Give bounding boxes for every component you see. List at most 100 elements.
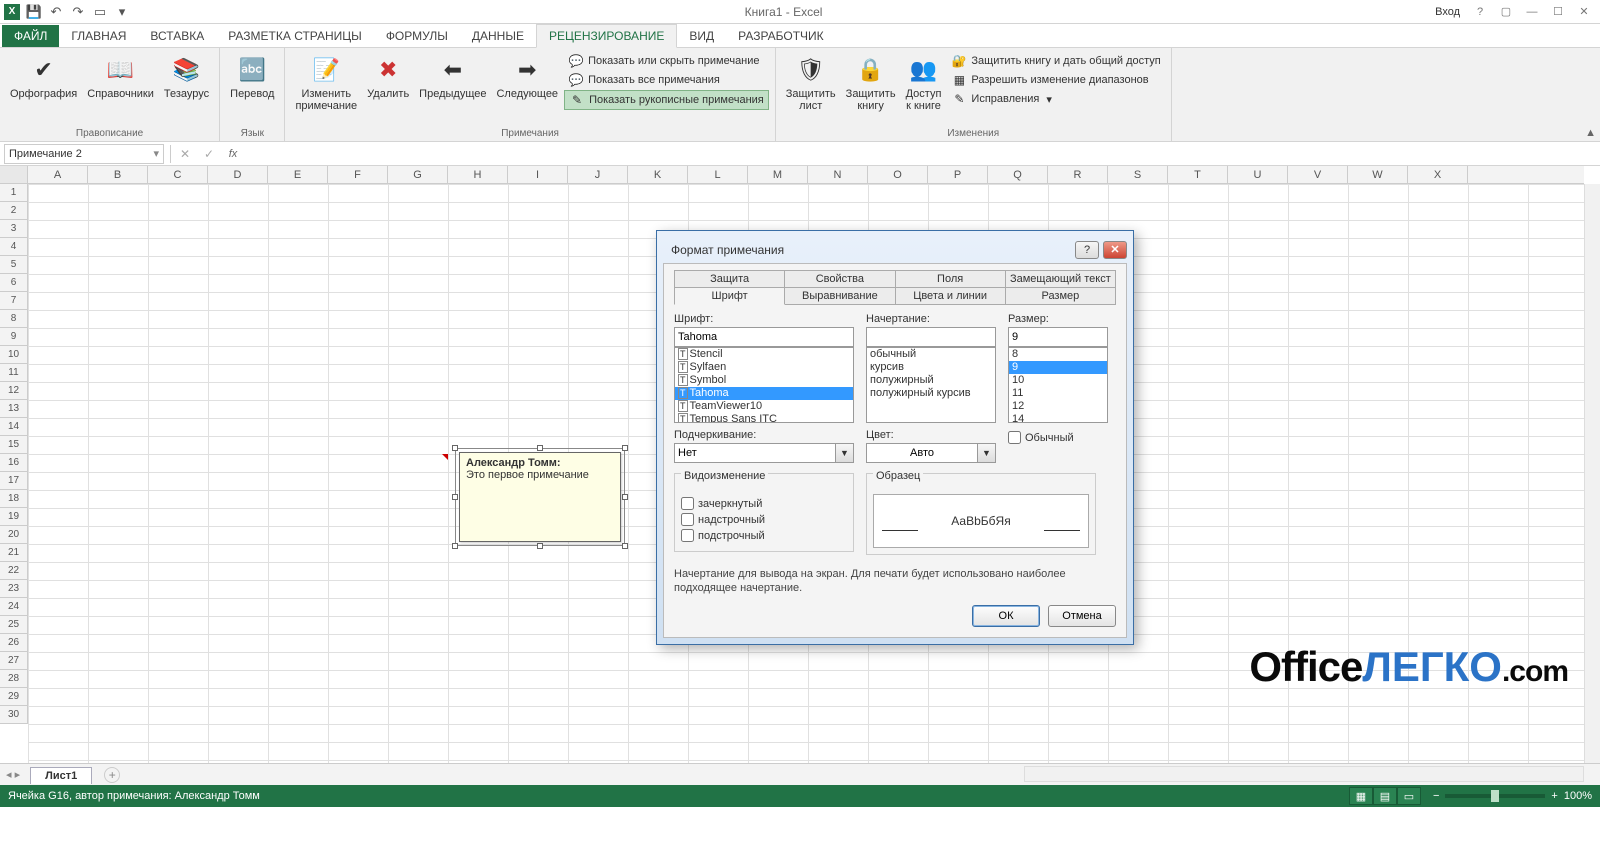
qat-customize-icon[interactable]: ▾ xyxy=(112,2,132,22)
col-header[interactable]: I xyxy=(508,166,568,183)
style-input[interactable] xyxy=(866,327,996,347)
list-item[interactable]: 8 xyxy=(1009,348,1107,361)
dialog-titlebar[interactable]: Формат примечания ? ✕ xyxy=(663,237,1127,263)
subscript-checkbox[interactable]: подстрочный xyxy=(681,529,847,542)
tab-formulas[interactable]: ФОРМУЛЫ xyxy=(374,25,460,47)
dlg-tab-font[interactable]: Шрифт xyxy=(674,287,785,305)
col-header[interactable]: T xyxy=(1168,166,1228,183)
list-item[interactable]: 10 xyxy=(1009,374,1107,387)
col-header[interactable]: Q xyxy=(988,166,1048,183)
normal-checkbox[interactable]: Обычный xyxy=(1008,431,1108,444)
formula-input[interactable] xyxy=(245,144,1600,164)
prev-comment-button[interactable]: ⬅Предыдущее xyxy=(415,52,490,126)
row-header[interactable]: 5 xyxy=(0,256,27,274)
col-header[interactable]: G xyxy=(388,166,448,183)
tab-review[interactable]: РЕЦЕНЗИРОВАНИЕ xyxy=(536,24,677,48)
next-comment-button[interactable]: ➡Следующее xyxy=(492,52,562,126)
row-header[interactable]: 7 xyxy=(0,292,27,310)
row-header[interactable]: 11 xyxy=(0,364,27,382)
show-ink-button[interactable]: ✎Показать рукописные примечания xyxy=(564,90,769,110)
list-item[interactable]: 11 xyxy=(1009,387,1107,400)
dlg-tab-margins[interactable]: Поля xyxy=(895,270,1006,288)
cancel-formula-icon[interactable]: ✕ xyxy=(173,144,197,164)
name-box[interactable]: Примечание 2▾ xyxy=(4,144,164,164)
fx-icon[interactable]: fx xyxy=(221,144,245,164)
research-button[interactable]: 📖Справочники xyxy=(83,52,158,126)
showall-comments-button[interactable]: 💬Показать все примечания xyxy=(564,71,769,89)
col-header[interactable]: S xyxy=(1108,166,1168,183)
row-header[interactable]: 22 xyxy=(0,562,27,580)
row-header[interactable]: 9 xyxy=(0,328,27,346)
cancel-button[interactable]: Отмена xyxy=(1048,605,1116,627)
tab-view[interactable]: ВИД xyxy=(677,25,726,47)
list-item[interactable]: TTahoma xyxy=(675,387,853,400)
row-header[interactable]: 21 xyxy=(0,544,27,562)
dlg-tab-size[interactable]: Размер xyxy=(1005,287,1116,305)
row-header[interactable]: 10 xyxy=(0,346,27,364)
zoom-out-icon[interactable]: − xyxy=(1433,790,1439,802)
list-item[interactable]: TStencil xyxy=(675,348,853,361)
share-book-button[interactable]: 👥Доступ к книге xyxy=(902,52,946,126)
list-item[interactable]: TTeamViewer10 xyxy=(675,400,853,413)
row-header[interactable]: 18 xyxy=(0,490,27,508)
dlg-tab-colors[interactable]: Цвета и линии xyxy=(895,287,1006,305)
allow-ranges-button[interactable]: ▦Разрешить изменение диапазонов xyxy=(947,71,1164,89)
zoom-control[interactable]: − + 100% xyxy=(1433,790,1592,802)
row-header[interactable]: 24 xyxy=(0,598,27,616)
col-header[interactable]: J xyxy=(568,166,628,183)
thesaurus-button[interactable]: 📚Тезаурус xyxy=(160,52,213,126)
list-item[interactable]: TSylfaen xyxy=(675,361,853,374)
spelling-button[interactable]: ✔Орфография xyxy=(6,52,81,126)
row-header[interactable]: 15 xyxy=(0,436,27,454)
maximize-icon[interactable]: ☐ xyxy=(1546,2,1570,22)
add-sheet-icon[interactable]: + xyxy=(104,767,120,783)
translate-button[interactable]: 🔤Перевод xyxy=(226,52,278,126)
row-header[interactable]: 27 xyxy=(0,652,27,670)
superscript-checkbox[interactable]: надстрочный xyxy=(681,513,847,526)
col-header[interactable]: A xyxy=(28,166,88,183)
col-header[interactable]: B xyxy=(88,166,148,183)
tab-data[interactable]: ДАННЫЕ xyxy=(460,25,536,47)
col-header[interactable]: E xyxy=(268,166,328,183)
dlg-tab-alignment[interactable]: Выравнивание xyxy=(784,287,895,305)
tab-insert[interactable]: ВСТАВКА xyxy=(138,25,216,47)
row-header[interactable]: 17 xyxy=(0,472,27,490)
row-header[interactable]: 25 xyxy=(0,616,27,634)
zoom-slider[interactable] xyxy=(1445,794,1545,798)
zoom-value[interactable]: 100% xyxy=(1564,790,1592,802)
comment-box[interactable]: Александр Томм: Это первое примечание xyxy=(459,452,621,542)
underline-dropdown-icon[interactable]: ▼ xyxy=(836,443,854,463)
font-list[interactable]: TStencilTSylfaenTSymbolTTahomaTTeamViewe… xyxy=(674,347,854,423)
undo-icon[interactable]: ↶ xyxy=(46,2,66,22)
sign-in-link[interactable]: Вход xyxy=(1435,6,1460,18)
col-header[interactable]: D xyxy=(208,166,268,183)
col-header[interactable]: U xyxy=(1228,166,1288,183)
row-header[interactable]: 20 xyxy=(0,526,27,544)
edit-comment-button[interactable]: 📝Изменить примечание xyxy=(291,52,361,126)
list-item[interactable]: полужирный курсив xyxy=(867,387,995,400)
row-header[interactable]: 14 xyxy=(0,418,27,436)
row-header[interactable]: 30 xyxy=(0,706,27,724)
row-header[interactable]: 28 xyxy=(0,670,27,688)
row-header[interactable]: 19 xyxy=(0,508,27,526)
delete-comment-button[interactable]: ✖Удалить xyxy=(363,52,413,126)
list-item[interactable]: обычный xyxy=(867,348,995,361)
showhide-comment-button[interactable]: 💬Показать или скрыть примечание xyxy=(564,52,769,70)
select-all-corner[interactable] xyxy=(0,166,28,183)
tab-developer[interactable]: РАЗРАБОТЧИК xyxy=(726,25,836,47)
page-layout-view-icon[interactable]: ▤ xyxy=(1373,787,1397,805)
row-header[interactable]: 26 xyxy=(0,634,27,652)
horizontal-scrollbar[interactable] xyxy=(1024,766,1584,782)
tab-home[interactable]: ГЛАВНАЯ xyxy=(59,25,138,47)
collapse-ribbon-icon[interactable]: ▲ xyxy=(1585,127,1596,139)
dialog-close-icon[interactable]: ✕ xyxy=(1103,241,1127,259)
row-header[interactable]: 3 xyxy=(0,220,27,238)
save-icon[interactable]: 💾 xyxy=(24,2,44,22)
list-item[interactable]: 9 xyxy=(1009,361,1107,374)
size-list[interactable]: 8910111214 xyxy=(1008,347,1108,423)
col-header[interactable]: R xyxy=(1048,166,1108,183)
dlg-tab-properties[interactable]: Свойства xyxy=(784,270,895,288)
row-header[interactable]: 2 xyxy=(0,202,27,220)
underline-select[interactable] xyxy=(674,443,836,463)
page-break-view-icon[interactable]: ▭ xyxy=(1397,787,1421,805)
